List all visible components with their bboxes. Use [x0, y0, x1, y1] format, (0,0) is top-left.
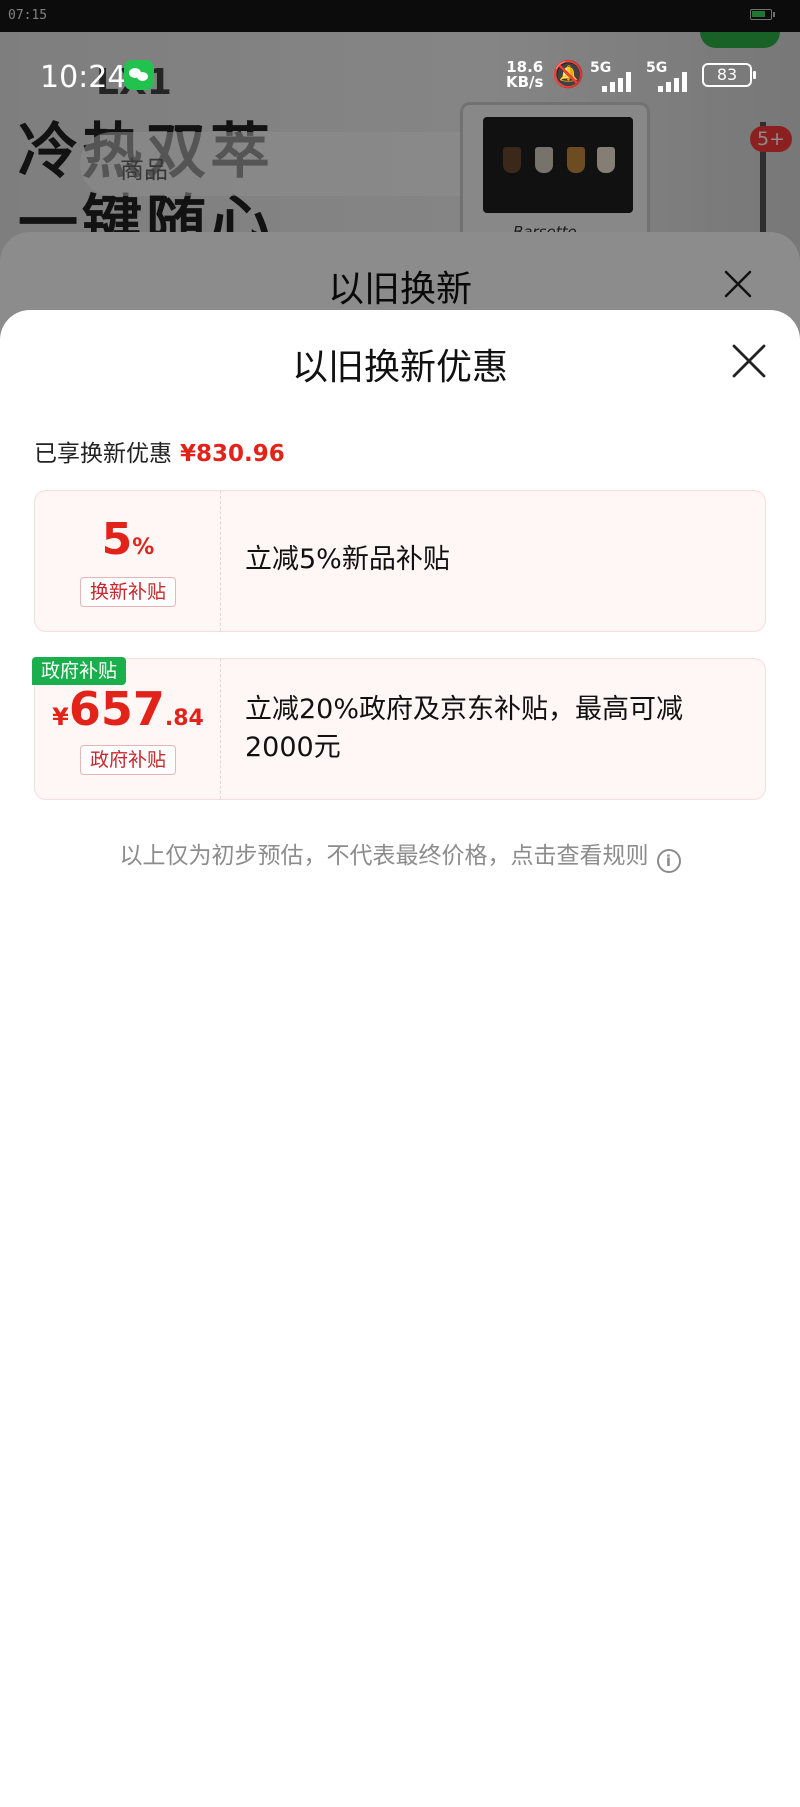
currency-symbol: ¥: [52, 703, 69, 731]
trade-in-discount-sheet: 以旧换新优惠 已享换新优惠 ¥830.96 5% 换新补贴 立减5%新品补贴 ¥6…: [0, 310, 800, 1807]
device-status-bar: 07:15: [0, 0, 800, 32]
device-battery-icon: [750, 9, 775, 20]
discount-percent-value: 5: [101, 514, 133, 565]
discount-card-value: 5% 换新补贴: [35, 491, 221, 631]
signal-bars-icon: [602, 72, 636, 92]
discount-percent: 5%: [35, 515, 221, 573]
enjoyed-label: 已享换新优惠: [34, 441, 172, 467]
discount-description: 立减20%政府及京东补贴，最高可减2000元: [245, 694, 684, 763]
phone-status-bar: 10:24 18.6 KB/s 🔕 5G 5G 83: [0, 32, 800, 112]
discount-type-pill: 政府补贴: [80, 745, 176, 775]
discount-amount-int: 657: [68, 682, 165, 736]
discount-card-new-product[interactable]: 5% 换新补贴 立减5%新品补贴: [34, 490, 766, 632]
device-time: 07:15: [8, 8, 48, 23]
close-icon[interactable]: [722, 268, 754, 300]
coffee-machine-image: Barsetto: [460, 102, 650, 252]
discount-amount: ¥657.84: [35, 681, 221, 748]
discount-amount-decimal: .84: [164, 706, 204, 731]
discount-card-government[interactable]: ¥657.84 政府补贴 立减20%政府及京东补贴，最高可减2000元: [34, 658, 766, 800]
trade-in-sheet-title: 以旧换新: [327, 269, 472, 310]
battery-icon: 83: [702, 63, 756, 87]
government-subsidy-tag: 政府补贴: [32, 657, 127, 685]
close-icon[interactable]: [730, 342, 768, 380]
discount-description: 立减5%新品补贴: [245, 544, 450, 575]
cart-count-badge: 5+: [749, 126, 792, 152]
cup-icon: [503, 147, 521, 173]
phone-clock: 10:24: [40, 60, 127, 95]
search-text: 商品: [120, 156, 168, 184]
signal-bars-icon: [658, 72, 692, 92]
sheet-title: 以旧换新优惠: [291, 347, 508, 388]
network-speed-unit: KB/s: [506, 73, 544, 91]
machine-screen: [483, 117, 633, 213]
discount-type-pill: 换新补贴: [80, 577, 176, 607]
discount-percent-unit: %: [132, 535, 155, 560]
network-speed: 18.6 KB/s: [506, 60, 543, 90]
enjoyed-discount: 已享换新优惠 ¥830.96: [34, 434, 285, 468]
estimate-note-text: 以上仅为初步预估，不代表最终价格，点击查看规则: [119, 843, 649, 869]
cup-icon: [535, 147, 553, 173]
estimate-rules-note[interactable]: 以上仅为初步预估，不代表最终价格，点击查看规则 i: [0, 836, 800, 873]
enjoyed-amount: ¥830.96: [180, 441, 285, 467]
muted-bell-icon: 🔕: [552, 60, 585, 90]
wechat-icon: [124, 60, 154, 90]
cup-icon: [567, 147, 585, 173]
cup-icon: [597, 147, 615, 173]
info-icon[interactable]: i: [656, 849, 681, 873]
